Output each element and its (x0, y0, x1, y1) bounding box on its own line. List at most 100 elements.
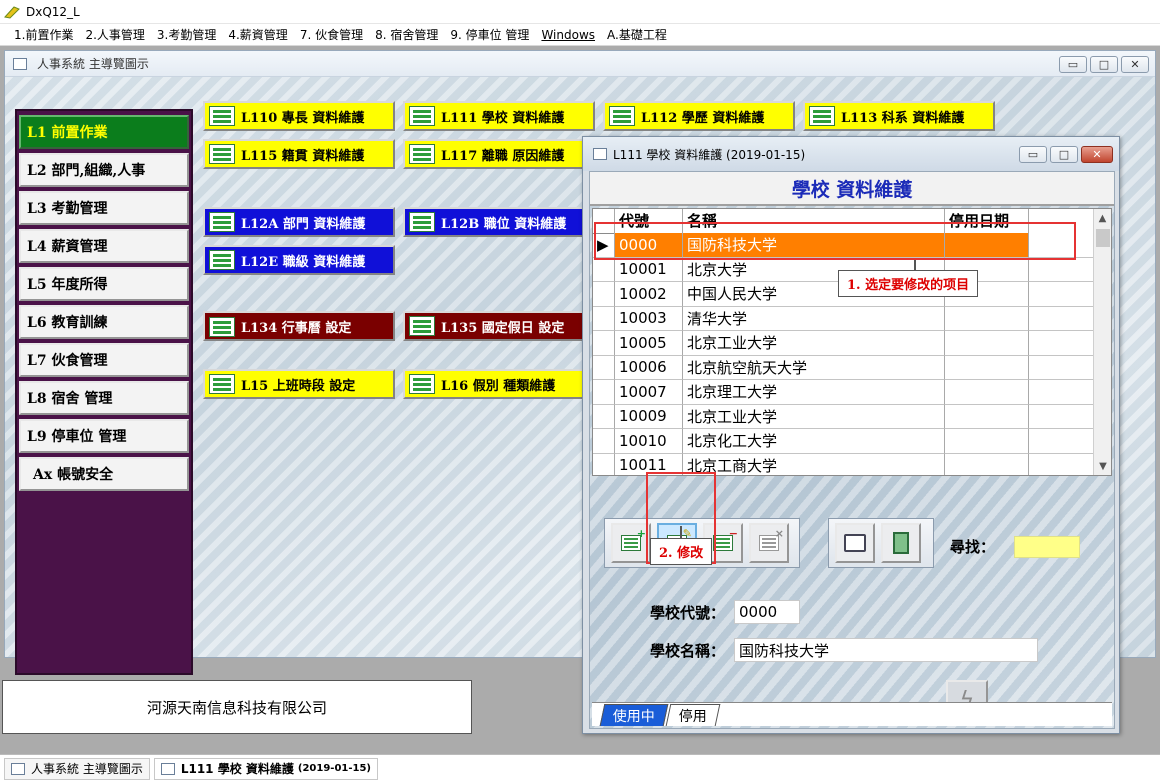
row-code[interactable]: 10001 (615, 257, 683, 282)
table-row[interactable]: 10010 北京化工大学 (593, 429, 1095, 454)
row-filler (1029, 429, 1095, 454)
row-date[interactable] (945, 331, 1029, 356)
row-code[interactable]: 10002 (615, 282, 683, 307)
taskbar-dialog-label: L111 學校 資料維護 (180, 762, 294, 776)
side-nav-item-l6[interactable]: L6 教育訓練 (19, 305, 189, 339)
table-row[interactable]: 10005 北京工业大学 (593, 331, 1095, 356)
tile-l16[interactable]: L16 假別 種類維護 (403, 369, 595, 399)
menu-item-attendance[interactable]: 3.考勤管理 (157, 26, 216, 43)
side-nav-item-l2[interactable]: L2 部門,組織,人事 (19, 153, 189, 187)
close-button[interactable]: ✕ (1121, 56, 1149, 73)
row-filler (1029, 356, 1095, 380)
menu-item-personnel[interactable]: 2.人事管理 (85, 26, 144, 43)
print-button[interactable] (835, 523, 875, 563)
row-name[interactable]: 北京理工大学 (683, 380, 945, 405)
row-date[interactable] (945, 453, 1029, 475)
minimize-button[interactable]: ▭ (1059, 56, 1087, 73)
side-nav-item-l8[interactable]: L8 宿舍 管理 (19, 381, 189, 415)
row-name[interactable]: 北京化工大学 (683, 429, 945, 454)
tile-l12b[interactable]: L12B 職位 資料維護 (403, 207, 595, 237)
maximize-button[interactable]: □ (1050, 146, 1078, 163)
side-nav-item-ax[interactable]: Ax 帳號安全 (19, 457, 189, 491)
menu-item-prework[interactable]: 1.前置作業 (14, 26, 73, 43)
minimize-button[interactable]: ▭ (1019, 146, 1047, 163)
row-code[interactable]: 10007 (615, 380, 683, 405)
side-nav-item-l9[interactable]: L9 停車位 管理 (19, 419, 189, 453)
tab-disabled[interactable]: 停用 (665, 704, 721, 726)
row-name[interactable]: 北京工业大学 (683, 331, 945, 356)
dialog-caption: L111 學校 資料維護 (2019-01-15) ▭ □ ✕ (583, 137, 1119, 171)
menu-bar: 1.前置作業 2.人事管理 3.考勤管理 4.薪資管理 7. 伙食管理 8. 宿… (0, 24, 1160, 46)
row-date[interactable] (945, 429, 1029, 454)
tile-l12e-label: L12E 職級 資料維護 (241, 254, 366, 270)
menu-item-payroll[interactable]: 4.薪資管理 (228, 26, 287, 43)
row-code[interactable]: 10009 (615, 404, 683, 429)
menu-item-parking[interactable]: 9. 停車位 管理 (450, 26, 529, 43)
row-date[interactable] (945, 355, 1029, 380)
taskbar-main-window[interactable]: 人事系統 主導覽圖示 (4, 757, 150, 780)
scroll-thumb[interactable] (1096, 229, 1110, 247)
row-filler (1029, 258, 1095, 282)
menu-item-windows[interactable]: Windows (541, 28, 595, 42)
school-name-field[interactable] (734, 638, 1038, 662)
tile-l112[interactable]: L112 學歷 資料維護 (603, 101, 795, 131)
table-row[interactable]: 10007 北京理工大学 (593, 380, 1095, 405)
tab-disabled-label: 停用 (678, 708, 707, 725)
row-date[interactable] (945, 404, 1029, 429)
school-code-label: 學校代號： (650, 604, 726, 622)
scroll-down-icon[interactable]: ▼ (1094, 457, 1111, 475)
side-nav-item-l5[interactable]: L5 年度所得 (19, 267, 189, 301)
tile-l111[interactable]: L111 學校 資料維護 (403, 101, 595, 131)
row-name[interactable]: 北京工业大学 (683, 404, 945, 429)
search-input[interactable] (1014, 536, 1080, 558)
row-date[interactable] (945, 380, 1029, 405)
row-code[interactable]: 10005 (615, 331, 683, 356)
menu-item-dormitory[interactable]: 8. 宿舍管理 (375, 26, 438, 43)
tile-l115[interactable]: L115 籍貫 資料維護 (203, 139, 395, 169)
tile-l135[interactable]: L135 國定假日 設定 (403, 311, 595, 341)
table-row[interactable]: 10009 北京工业大学 (593, 404, 1095, 429)
maximize-button[interactable]: □ (1090, 56, 1118, 73)
side-nav-item-l3[interactable]: L3 考勤管理 (19, 191, 189, 225)
tile-l110-label: L110 專長 資料維護 (241, 110, 365, 126)
tab-in-use[interactable]: 使用中 (599, 704, 669, 726)
taskbar-dialog-window[interactable]: L111 學校 資料維護 (2019-01-15) (153, 757, 378, 780)
tile-l134[interactable]: L134 行事曆 設定 (203, 311, 395, 341)
row-filler (1029, 282, 1095, 307)
tile-l12a[interactable]: L12A 部門 資料維護 (203, 207, 395, 237)
row-name[interactable]: 北京航空航天大学 (683, 355, 945, 380)
exit-button[interactable] (881, 523, 921, 563)
scroll-up-icon[interactable]: ▲ (1094, 209, 1111, 227)
disable-record-button[interactable]: × (749, 523, 789, 563)
row-indicator (593, 404, 615, 429)
close-button[interactable]: ✕ (1081, 146, 1113, 163)
row-date[interactable] (945, 306, 1029, 331)
tile-l113[interactable]: L113 科系 資料維護 (803, 101, 995, 131)
tile-l15[interactable]: L15 上班時段 設定 (203, 369, 395, 399)
table-row[interactable]: 10003 清华大学 (593, 306, 1095, 331)
tab-in-use-label: 使用中 (612, 708, 655, 725)
row-code[interactable]: 10006 (615, 355, 683, 380)
side-nav-item-l1[interactable]: L1 前置作業 (19, 115, 189, 149)
row-name[interactable]: 清华大学 (683, 306, 945, 331)
tile-l12e[interactable]: L12E 職級 資料維護 (203, 245, 395, 275)
grid-scrollbar[interactable]: ▲ ▼ (1093, 209, 1111, 475)
main-window-title: 人事系統 主導覽圖示 (37, 57, 149, 71)
side-nav-item-l4[interactable]: L4 薪資管理 (19, 229, 189, 263)
form-icon (209, 144, 235, 164)
row-code[interactable]: 10003 (615, 306, 683, 331)
row-indicator (593, 355, 615, 380)
form-icon (409, 374, 435, 394)
table-row[interactable]: 10006 北京航空航天大学 (593, 355, 1095, 380)
tile-l117[interactable]: L117 離職 原因維護 (403, 139, 595, 169)
add-record-button[interactable]: + (611, 523, 651, 563)
side-nav-item-l7[interactable]: L7 伙食管理 (19, 343, 189, 377)
menu-item-meals[interactable]: 7. 伙食管理 (300, 26, 363, 43)
tile-l110[interactable]: L110 專長 資料維護 (203, 101, 395, 131)
row-name[interactable]: 北京工商大学 (683, 453, 945, 475)
row-code[interactable]: 10010 (615, 429, 683, 454)
tile-l16-label: L16 假別 種類維護 (441, 378, 556, 394)
school-code-field[interactable] (734, 600, 800, 624)
taskbar-main-label: 人事系統 主導覽圖示 (31, 762, 143, 776)
menu-item-base[interactable]: A.基礎工程 (607, 26, 667, 43)
